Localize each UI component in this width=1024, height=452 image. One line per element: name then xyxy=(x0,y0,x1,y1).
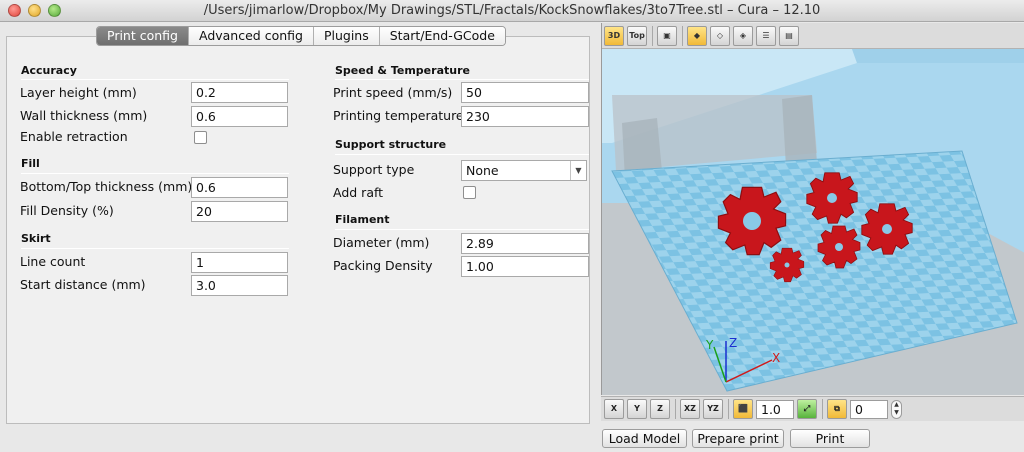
section-filament-title: Filament xyxy=(335,213,390,226)
divider xyxy=(21,79,289,80)
section-fill-title: Fill xyxy=(21,157,40,170)
copies-stepper[interactable]: ▲ ▼ xyxy=(891,399,902,419)
transform-toolbar: X Y Z XZ YZ ⬛ 1.0 ⤢ ⧉ 0 ▲ ▼ xyxy=(601,396,1024,421)
divider xyxy=(822,399,823,419)
title-bar: /Users/jimarlow/Dropbox/My Drawings/STL/… xyxy=(0,0,1024,22)
print-speed-input[interactable]: 50 xyxy=(461,82,589,103)
diameter-input[interactable]: 2.89 xyxy=(461,233,589,254)
fill-density-input[interactable]: 20 xyxy=(191,201,288,222)
bottom-top-thickness-input[interactable]: 0.6 xyxy=(191,177,288,198)
fill-density-label: Fill Density (%) xyxy=(20,203,114,218)
wall-thickness-label: Wall thickness (mm) xyxy=(20,108,148,123)
line-count-label: Line count xyxy=(20,254,86,269)
packing-density-input[interactable]: 1.00 xyxy=(461,256,589,277)
start-distance-label: Start distance (mm) xyxy=(20,277,146,292)
window-title: /Users/jimarlow/Dropbox/My Drawings/STL/… xyxy=(203,3,821,18)
view-transparent-cube-icon[interactable]: ◇ xyxy=(710,25,730,46)
line-count-input[interactable]: 1 xyxy=(191,252,288,273)
divider xyxy=(335,229,589,230)
support-type-select[interactable]: None ▼ xyxy=(461,160,587,181)
print-scene: Z X Y xyxy=(602,49,1024,395)
section-skirt-title: Skirt xyxy=(21,232,51,245)
3d-viewport[interactable]: 3D Top ▣ ◆ ◇ ◈ ☰ ▤ Z X Y xyxy=(601,23,1024,395)
view-overhang-cube-icon[interactable]: ◆ xyxy=(687,25,707,46)
tab-print-config[interactable]: Print config xyxy=(97,27,189,45)
divider xyxy=(21,173,289,174)
minimize-window-button[interactable] xyxy=(28,4,41,17)
divider xyxy=(21,248,289,249)
load-model-button[interactable]: Load Model xyxy=(602,429,687,448)
scale-max-button[interactable]: ⤢ xyxy=(797,399,817,419)
divider xyxy=(728,399,729,419)
rotate-x-button[interactable]: X xyxy=(604,399,624,419)
bottom-top-thickness-label: Bottom/Top thickness (mm) xyxy=(20,179,193,194)
print-temperature-input[interactable]: 230 xyxy=(461,106,589,127)
view-gcode-icon[interactable]: ▤ xyxy=(779,25,799,46)
tab-plugins[interactable]: Plugins xyxy=(313,27,380,45)
print-speed-label: Print speed (mm/s) xyxy=(333,85,453,100)
divider xyxy=(652,25,653,46)
copies-icon: ⧉ xyxy=(827,399,847,419)
y-axis-label: Y xyxy=(705,338,714,352)
support-type-label: Support type xyxy=(333,162,415,177)
section-speed-title: Speed & Temperature xyxy=(335,64,470,77)
view-xray-cube-icon[interactable]: ◈ xyxy=(733,25,753,46)
view-top-button[interactable]: Top xyxy=(627,25,647,46)
add-raft-checkbox[interactable] xyxy=(463,186,476,199)
rotate-y-button[interactable]: Y xyxy=(627,399,647,419)
section-support-title: Support structure xyxy=(335,138,447,151)
view-normal-cube-icon[interactable]: ▣ xyxy=(657,25,677,46)
view-toolbar: 3D Top ▣ ◆ ◇ ◈ ☰ ▤ xyxy=(602,23,1024,49)
print-temperature-label: Printing temperature xyxy=(333,108,464,123)
close-window-button[interactable] xyxy=(8,4,21,17)
start-distance-input[interactable]: 3.0 xyxy=(191,275,288,296)
view-3d-button[interactable]: 3D xyxy=(604,25,624,46)
copies-input[interactable]: 0 xyxy=(850,399,888,419)
rotate-z-button[interactable]: Z xyxy=(650,399,670,419)
tab-start-end-gcode[interactable]: Start/End-GCode xyxy=(379,27,505,45)
view-layers-icon[interactable]: ☰ xyxy=(756,25,776,46)
support-type-value: None xyxy=(466,163,499,178)
x-axis-label: X xyxy=(772,351,780,365)
mirror-yz-button[interactable]: YZ xyxy=(703,399,723,419)
layer-height-input[interactable]: 0.2 xyxy=(191,82,288,103)
divider xyxy=(675,399,676,419)
divider xyxy=(335,154,589,155)
enable-retraction-label: Enable retraction xyxy=(20,129,128,144)
divider xyxy=(335,79,589,80)
z-axis-label: Z xyxy=(729,336,737,350)
print-button[interactable]: Print xyxy=(790,429,870,448)
config-tabs: Print config Advanced config Plugins Sta… xyxy=(96,26,506,46)
enable-retraction-checkbox[interactable] xyxy=(194,131,207,144)
layer-height-label: Layer height (mm) xyxy=(20,85,137,100)
divider xyxy=(682,25,683,46)
wall-thickness-input[interactable]: 0.6 xyxy=(191,106,288,127)
tab-advanced-config[interactable]: Advanced config xyxy=(188,27,314,45)
settings-panel: Accuracy Layer height (mm) 0.2 Wall thic… xyxy=(6,36,590,424)
mirror-xz-button[interactable]: XZ xyxy=(680,399,700,419)
scale-icon: ⬛ xyxy=(733,399,753,419)
prepare-print-button[interactable]: Prepare print xyxy=(692,429,784,448)
add-raft-label: Add raft xyxy=(333,185,384,200)
packing-density-label: Packing Density xyxy=(333,258,433,273)
section-accuracy-title: Accuracy xyxy=(21,64,77,77)
diameter-label: Diameter (mm) xyxy=(333,235,430,250)
chevron-down-icon: ▼ xyxy=(570,161,586,180)
scale-input[interactable]: 1.0 xyxy=(756,399,794,419)
zoom-window-button[interactable] xyxy=(48,4,61,17)
